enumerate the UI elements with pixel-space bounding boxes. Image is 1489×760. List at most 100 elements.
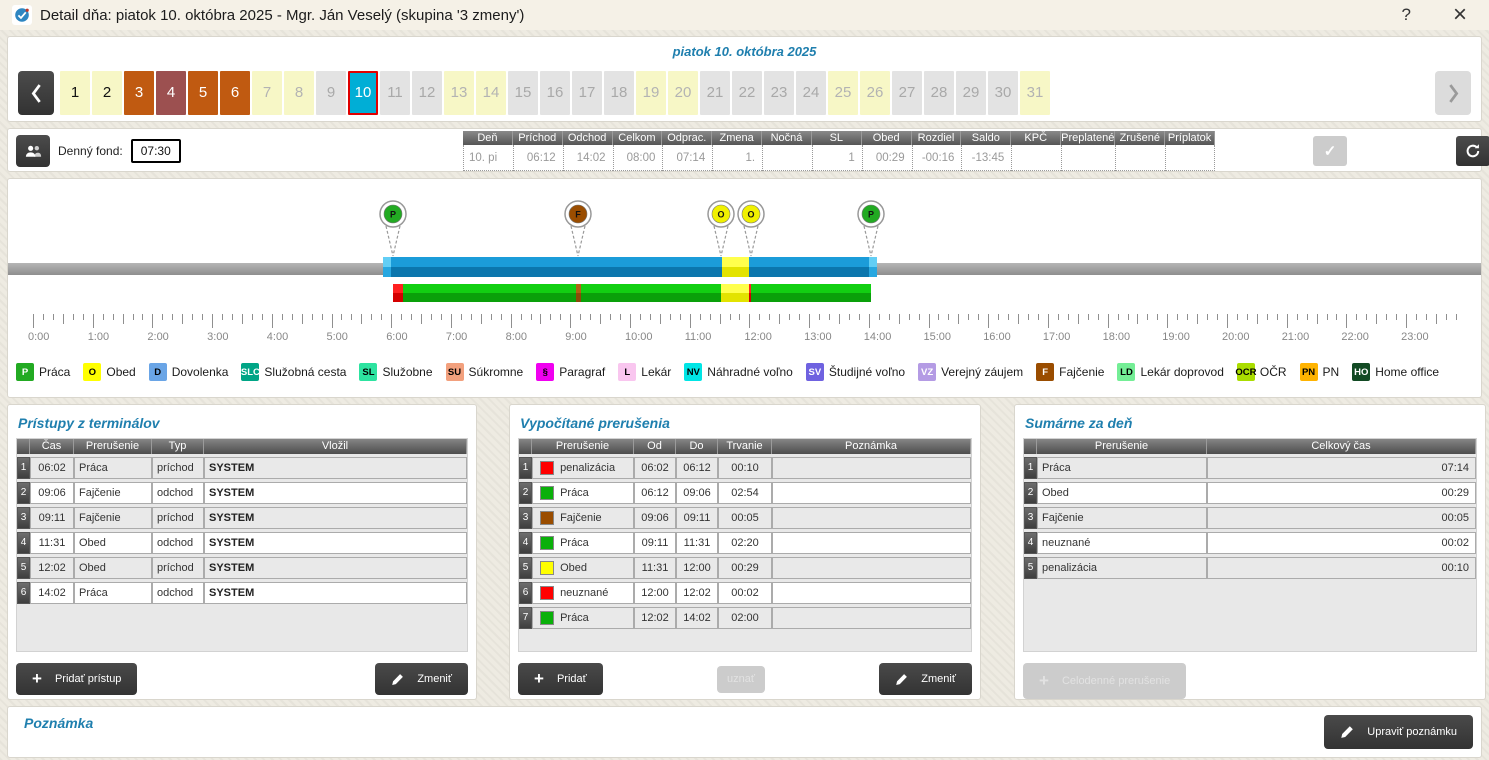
table-row[interactable]: 512:02ObedpríchodSYSTEM <box>17 557 467 579</box>
day-16[interactable]: 16 <box>540 71 570 115</box>
fond-column-header: Odchod <box>563 131 613 145</box>
table-row[interactable]: 5 Obed11:3112:0000:29 <box>519 557 971 579</box>
day-27[interactable]: 27 <box>892 71 922 115</box>
table-row[interactable]: 209:06FajčenieodchodSYSTEM <box>17 482 467 504</box>
edit-note-button[interactable]: Upraviť poznámku <box>1324 715 1473 749</box>
timeline-ruler <box>8 314 1481 330</box>
timeline-marker-O: O <box>704 199 738 257</box>
terminal-accesses-panel: Prístupy z terminálov ČasPrerušenieTypVl… <box>7 404 477 700</box>
hour-label: 23:00 <box>1401 331 1429 343</box>
day-31[interactable]: 31 <box>1020 71 1050 115</box>
pencil-icon <box>1340 725 1354 739</box>
fond-column-header: Rozdiel <box>912 131 962 145</box>
day-4[interactable]: 4 <box>156 71 186 115</box>
table-row[interactable]: 1 penalizácia06:0206:1200:10 <box>519 457 971 479</box>
terminal-accesses-title: Prístupy z terminálov <box>18 415 468 431</box>
table-row[interactable]: 411:31ObedodchodSYSTEM <box>17 532 467 554</box>
hour-label: 19:00 <box>1162 331 1190 343</box>
day-9[interactable]: 9 <box>316 71 346 115</box>
table-row[interactable]: 7 Práca12:0214:0202:00 <box>519 607 971 629</box>
close-button[interactable]: × <box>1453 5 1467 25</box>
column-header: Trvanie <box>718 439 772 454</box>
day-26[interactable]: 26 <box>860 71 890 115</box>
day-17[interactable]: 17 <box>572 71 602 115</box>
legend-label: Študijné voľno <box>829 365 905 379</box>
fond-column: Celkom08:00 <box>613 131 663 171</box>
column-header: Prerušenie <box>74 439 152 454</box>
interruption-color-swatch <box>540 586 554 600</box>
day-25[interactable]: 25 <box>828 71 858 115</box>
fond-column-value <box>762 145 812 171</box>
legend-label: Práca <box>39 365 70 379</box>
hour-label: 3:00 <box>207 331 228 343</box>
column-header: Od <box>634 439 676 454</box>
legend-label: Služobne <box>382 365 432 379</box>
table-row[interactable]: 106:02PrácapríchodSYSTEM <box>17 457 467 479</box>
fond-column: Deň10. pi <box>463 131 513 171</box>
hour-label: 16:00 <box>983 331 1011 343</box>
hour-label: 11:00 <box>685 331 712 343</box>
approve-button[interactable]: uznať <box>717 666 765 693</box>
day-7[interactable]: 7 <box>252 71 282 115</box>
fond-column-header: Obed <box>862 131 912 145</box>
fond-column-value: 07:14 <box>662 145 712 171</box>
day-24[interactable]: 24 <box>796 71 826 115</box>
fond-column-value: 00:29 <box>862 145 912 171</box>
day-28[interactable]: 28 <box>924 71 954 115</box>
day-10[interactable]: 10 <box>348 71 378 115</box>
legend-item-SLC: SLCSlužobná cesta <box>241 363 346 381</box>
plus-icon: + <box>32 674 42 684</box>
day-21[interactable]: 21 <box>700 71 730 115</box>
day-3[interactable]: 3 <box>124 71 154 115</box>
table-row[interactable]: 1Práca07:14 <box>1024 457 1476 479</box>
help-button[interactable]: ? <box>1402 5 1411 25</box>
day-22[interactable]: 22 <box>732 71 762 115</box>
day-2[interactable]: 2 <box>92 71 122 115</box>
table-row[interactable]: 5penalizácia00:10 <box>1024 557 1476 579</box>
day-13[interactable]: 13 <box>444 71 474 115</box>
table-row[interactable]: 309:11FajčeniepríchodSYSTEM <box>17 507 467 529</box>
planned-segment <box>391 257 721 277</box>
refresh-button[interactable] <box>1456 136 1489 166</box>
hour-label: 4:00 <box>267 331 288 343</box>
day-12[interactable]: 12 <box>412 71 442 115</box>
timeline-legend: PPrácaOObedDDovolenkaSLCSlužobná cestaSL… <box>16 363 1477 381</box>
legend-label: Náhradné voľno <box>707 365 793 379</box>
table-row[interactable]: 3 Fajčenie09:0609:1100:05 <box>519 507 971 529</box>
day-19[interactable]: 19 <box>636 71 666 115</box>
fond-column-header: Zrušené <box>1115 131 1165 145</box>
previous-month-button[interactable] <box>18 71 54 115</box>
table-row[interactable]: 4 Práca09:1111:3102:20 <box>519 532 971 554</box>
table-row[interactable]: 2Obed00:29 <box>1024 482 1476 504</box>
employees-button[interactable] <box>16 135 50 167</box>
full-day-interruption-button[interactable]: + Celodenné prerušenie <box>1023 663 1186 699</box>
table-row[interactable]: 614:02PrácaodchodSYSTEM <box>17 582 467 604</box>
column-header: Typ <box>152 439 204 454</box>
next-month-button[interactable] <box>1435 71 1471 115</box>
edit-interruption-button[interactable]: Zmeniť <box>879 663 972 695</box>
day-30[interactable]: 30 <box>988 71 1018 115</box>
table-header: PrerušenieOdDoTrvaniePoznámka <box>519 439 971 454</box>
day-29[interactable]: 29 <box>956 71 986 115</box>
legend-item-SU: SUSúkromne <box>446 363 524 381</box>
day-1[interactable]: 1 <box>60 71 90 115</box>
day-11[interactable]: 11 <box>380 71 410 115</box>
table-row[interactable]: 2 Práca06:1209:0602:54 <box>519 482 971 504</box>
day-18[interactable]: 18 <box>604 71 634 115</box>
day-23[interactable]: 23 <box>764 71 794 115</box>
legend-label: Lekár <box>641 365 671 379</box>
table-row[interactable]: 4neuznané00:02 <box>1024 532 1476 554</box>
confirm-button[interactable]: ✓ <box>1313 136 1347 166</box>
day-14[interactable]: 14 <box>476 71 506 115</box>
day-5[interactable]: 5 <box>188 71 218 115</box>
add-access-button[interactable]: + Pridať prístup <box>16 663 137 695</box>
day-8[interactable]: 8 <box>284 71 314 115</box>
day-6[interactable]: 6 <box>220 71 250 115</box>
legend-badge: P <box>16 363 34 381</box>
table-row[interactable]: 6 neuznané12:0012:0200:02 <box>519 582 971 604</box>
edit-access-button[interactable]: Zmeniť <box>375 663 468 695</box>
add-interruption-button[interactable]: + Pridať <box>518 663 603 695</box>
day-20[interactable]: 20 <box>668 71 698 115</box>
table-row[interactable]: 3Fajčenie00:05 <box>1024 507 1476 529</box>
day-15[interactable]: 15 <box>508 71 538 115</box>
